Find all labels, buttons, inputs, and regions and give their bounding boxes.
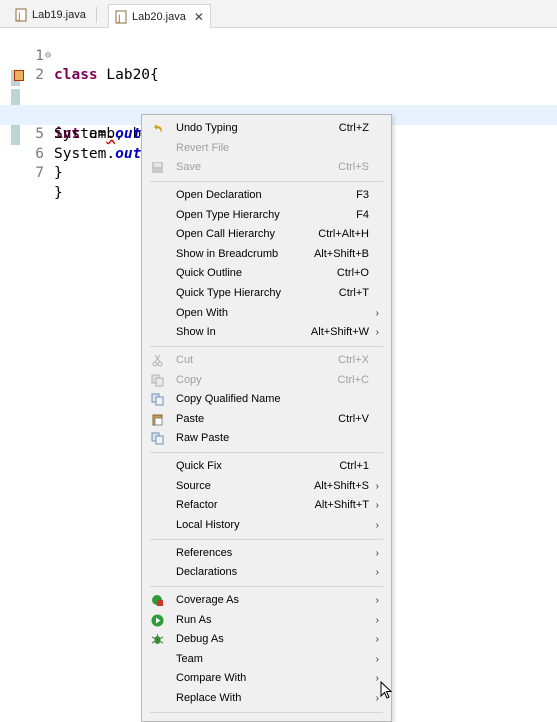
editor-tab-bar: J Lab19.java J Lab20.java ✕ <box>0 0 557 28</box>
tab-lab20[interactable]: J Lab20.java ✕ <box>108 4 211 28</box>
tab-lab19[interactable]: J Lab19.java <box>15 4 86 26</box>
svg-text:J: J <box>117 14 121 24</box>
menu-item-source[interactable]: Source Alt+Shift+S › <box>142 477 391 496</box>
chevron-right-icon: › <box>375 634 379 645</box>
code-line: 2 ⊖ public static void main(String [] Ja… <box>0 46 557 123</box>
menu-item-copy-qualified-name[interactable]: Copy Qualified Name <box>142 390 391 409</box>
menu-item-open-declaration[interactable]: Open Declaration F3 <box>142 186 391 205</box>
code-line: 4 System.out.println(a); <box>0 86 557 142</box>
menu-item-quick-type-hierarchy[interactable]: Quick Type Hierarchy Ctrl+T <box>142 284 391 303</box>
undo-icon <box>151 122 164 135</box>
menu-item-local-history[interactable]: Local History › <box>142 516 391 535</box>
chevron-right-icon: › <box>375 500 379 511</box>
menu-item-paste[interactable]: Paste Ctrl+V <box>142 410 391 429</box>
menu-item-quick-fix[interactable]: Quick Fix Ctrl+1 <box>142 457 391 476</box>
menu-separator <box>150 539 383 540</box>
code-line: 3 int a=b, b=99; <box>0 66 557 142</box>
paste-icon <box>151 413 164 426</box>
menu-separator <box>150 712 383 713</box>
menu-item-run-as[interactable]: Run As › <box>142 611 391 630</box>
menu-item-show-in-breadcrumb[interactable]: Show in Breadcrumb Alt+Shift+B <box>142 245 391 264</box>
menu-item-quick-outline[interactable]: Quick Outline Ctrl+O <box>142 264 391 283</box>
menu-separator <box>150 346 383 347</box>
chevron-right-icon: › <box>375 520 379 531</box>
menu-item-declarations[interactable]: Declarations › <box>142 563 391 582</box>
chevron-right-icon: › <box>375 567 379 578</box>
menu-item-show-in[interactable]: Show In Alt+Shift+W › <box>142 323 391 342</box>
menu-item-cut[interactable]: Cut Ctrl+X <box>142 351 391 370</box>
tab-label: Lab20.java <box>132 10 186 23</box>
code-line: 1 class Lab20{ <box>0 27 557 84</box>
cut-icon <box>151 354 164 367</box>
copy-icon <box>151 374 164 387</box>
run-icon <box>151 614 164 627</box>
chevron-right-icon: › <box>375 548 379 559</box>
menu-item-open-with[interactable]: Open With › <box>142 304 391 323</box>
raw-paste-icon <box>151 432 164 445</box>
menu-item-replace-with[interactable]: Replace With › <box>142 689 391 708</box>
menu-item-compare-with[interactable]: Compare With › <box>142 669 391 688</box>
menu-item-team[interactable]: Team › <box>142 650 391 669</box>
chevron-right-icon: › <box>375 327 379 338</box>
svg-text:J: J <box>17 12 21 22</box>
menu-separator <box>150 586 383 587</box>
code-text: } <box>54 184 63 201</box>
menu-item-undo-typing[interactable]: Undo Typing Ctrl+Z <box>142 119 391 138</box>
chevron-right-icon: › <box>375 673 379 684</box>
chevron-right-icon: › <box>375 595 379 606</box>
chevron-right-icon: › <box>375 308 379 319</box>
code-text: } <box>54 165 63 182</box>
menu-item-copy[interactable]: Copy Ctrl+C <box>142 371 391 390</box>
chevron-right-icon: › <box>375 615 379 626</box>
menu-item-revert-file[interactable]: Revert File <box>142 139 391 158</box>
java-file-icon: J <box>115 10 128 24</box>
tab-label: Lab19.java <box>32 9 86 21</box>
chevron-right-icon: › <box>375 481 379 492</box>
menu-item-open-call-hierarchy[interactable]: Open Call Hierarchy Ctrl+Alt+H <box>142 225 391 244</box>
mouse-cursor-icon <box>380 680 393 704</box>
copy-qualified-icon <box>151 393 164 406</box>
menu-item-raw-paste[interactable]: Raw Paste <box>142 429 391 448</box>
menu-separator <box>150 181 383 182</box>
chevron-right-icon: › <box>375 654 379 665</box>
coverage-icon <box>151 594 164 607</box>
menu-item-references[interactable]: References › <box>142 544 391 563</box>
menu-item-save[interactable]: Save Ctrl+S <box>142 158 391 177</box>
menu-item-open-type-hierarchy[interactable]: Open Type Hierarchy F4 <box>142 206 391 225</box>
fold-icon[interactable]: ⊖ <box>45 46 51 66</box>
menu-item-refactor[interactable]: Refactor Alt+Shift+T › <box>142 496 391 515</box>
chevron-right-icon: › <box>375 693 379 704</box>
context-menu: Undo Typing Ctrl+Z Revert File Save Ctrl+S… <box>141 114 392 722</box>
line-number: 7 <box>35 165 44 182</box>
menu-item-coverage-as[interactable]: Coverage As › <box>142 591 391 610</box>
close-icon[interactable]: ✕ <box>194 10 204 24</box>
debug-icon <box>151 633 164 646</box>
java-file-icon: J <box>15 8 28 22</box>
menu-separator <box>150 452 383 453</box>
menu-item-debug-as[interactable]: Debug As › <box>142 630 391 649</box>
save-icon <box>151 161 164 174</box>
error-marker-icon[interactable] <box>14 70 24 82</box>
tab-divider <box>96 7 97 23</box>
